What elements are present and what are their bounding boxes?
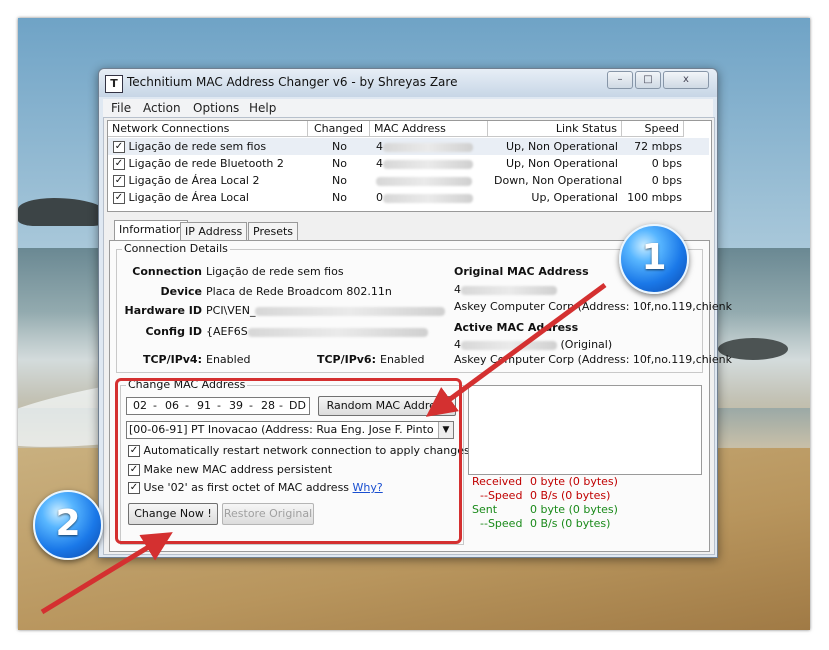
arrow-1 — [425, 282, 607, 417]
step-2-badge: 2 — [33, 490, 103, 560]
step-1-badge: 1 — [619, 224, 689, 294]
annotation-arrows — [40, 282, 607, 615]
